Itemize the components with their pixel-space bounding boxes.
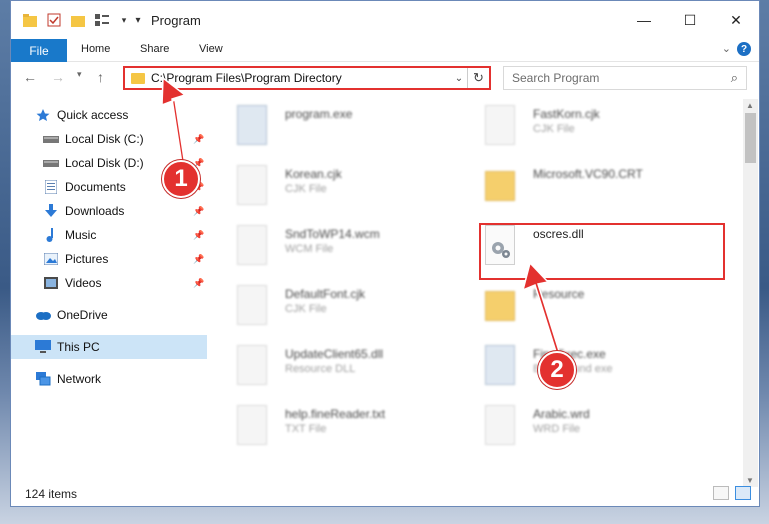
folder-icon	[485, 171, 515, 201]
address-bar[interactable]: C:\Program Files\Program Directory ⌄ ↻	[123, 66, 491, 90]
sidebar-item-this-pc[interactable]: This PC	[11, 335, 207, 359]
vertical-scrollbar[interactable]: ▲ ▼	[743, 99, 758, 487]
large-icons-view-icon[interactable]	[735, 486, 751, 500]
download-icon	[43, 204, 59, 218]
file-icon	[485, 405, 515, 445]
sidebar-item-videos[interactable]: Videos 📌	[11, 271, 207, 295]
file-icon	[237, 165, 267, 205]
refresh-icon[interactable]: ↻	[467, 68, 489, 88]
callout-badge-1: 1	[162, 160, 200, 198]
list-item[interactable]: UpdateClient65.dll Resource DLL	[217, 339, 457, 395]
tab-share[interactable]: Share	[140, 43, 169, 55]
dll-file-icon	[237, 345, 267, 385]
pictures-icon	[43, 252, 59, 266]
list-item[interactable]: help.fineReader.txt TXT File	[217, 399, 457, 455]
search-input[interactable]	[512, 71, 712, 85]
folder-icon	[485, 291, 515, 321]
close-button[interactable]: ✕	[713, 1, 759, 39]
file-icon	[237, 405, 267, 445]
sidebar-item-downloads[interactable]: Downloads 📌	[11, 199, 207, 223]
sidebar-item-network[interactable]: Network	[11, 367, 207, 391]
recent-locations-icon[interactable]: ▾	[77, 69, 82, 80]
details-view-icon[interactable]	[713, 486, 729, 500]
explorer-window: ▾ ▾ Program — ☐ ✕ File Home Share View ⌄…	[10, 0, 760, 507]
file-tab[interactable]: File	[11, 39, 67, 62]
sidebar-item-quick-access[interactable]: Quick access	[11, 103, 207, 127]
address-path: C:\Program Files\Program Directory	[151, 71, 342, 85]
tab-home[interactable]: Home	[81, 43, 110, 55]
highlight-box	[479, 223, 725, 280]
file-icon	[485, 105, 515, 145]
folder-icon	[131, 72, 145, 84]
folder-icon	[21, 11, 39, 29]
list-item[interactable]: Microsoft.VC90.CRT	[465, 159, 705, 215]
drive-icon	[43, 156, 59, 170]
ribbon: File Home Share View ⌄ ?	[11, 39, 759, 62]
up-icon[interactable]: ↑	[97, 69, 104, 85]
pin-icon[interactable]: 📌	[193, 206, 204, 217]
pin-icon[interactable]: 📌	[193, 230, 204, 241]
help-icon[interactable]: ?	[737, 42, 751, 56]
pin-icon[interactable]: 📌	[193, 134, 204, 145]
window-title: Program	[151, 13, 201, 28]
file-icon	[237, 285, 267, 325]
dropdown-arrow-icon[interactable]: ▾	[129, 11, 147, 29]
list-item[interactable]: DefaultFont.cjk CJK File	[217, 279, 457, 335]
list-item[interactable]: Resource	[465, 279, 705, 335]
list-item[interactable]: Korean.cjk CJK File	[217, 159, 457, 215]
status-bar: 124 items	[11, 482, 759, 506]
maximize-button[interactable]: ☐	[667, 1, 713, 39]
navigation-bar: ← → ▾ ↑ C:\Program Files\Program Directo…	[11, 63, 759, 95]
drive-icon	[43, 132, 59, 146]
list-item[interactable]: FineExec.exe Background exe	[465, 339, 705, 395]
navigation-pane: Quick access Local Disk (C:) 📌 Local Dis…	[11, 99, 207, 479]
star-icon	[35, 108, 51, 122]
network-icon	[35, 372, 51, 386]
sidebar-item-onedrive[interactable]: OneDrive	[11, 303, 207, 327]
music-icon	[43, 228, 59, 242]
videos-icon	[43, 276, 59, 290]
customize-toolbar-icon[interactable]	[93, 11, 111, 29]
documents-icon	[43, 180, 59, 194]
forward-icon[interactable]: →	[51, 69, 65, 85]
search-box[interactable]: ⌕	[503, 66, 747, 90]
new-folder-icon[interactable]	[69, 11, 87, 29]
file-icon	[237, 225, 267, 265]
ribbon-expand-icon[interactable]: ⌄	[722, 42, 731, 55]
cloud-icon	[35, 308, 51, 322]
pin-icon[interactable]: 📌	[193, 254, 204, 265]
minimize-button[interactable]: —	[621, 1, 667, 39]
sidebar-item-local-disk-c[interactable]: Local Disk (C:) 📌	[11, 127, 207, 151]
exe-file-icon	[485, 345, 515, 385]
list-item[interactable]: FastKorn.cjk CJK File	[465, 99, 705, 155]
scroll-up-icon[interactable]: ▲	[746, 101, 754, 110]
search-icon[interactable]: ⌕	[731, 70, 738, 86]
chevron-down-icon[interactable]: ⌄	[451, 73, 467, 84]
tab-view[interactable]: View	[199, 43, 223, 55]
back-icon[interactable]: ←	[23, 69, 37, 85]
list-item[interactable]: SndToWP14.wcm WCM File	[217, 219, 457, 275]
computer-icon	[35, 340, 51, 354]
properties-icon[interactable]	[45, 11, 63, 29]
title-bar: ▾ ▾ Program — ☐ ✕	[11, 1, 759, 39]
pin-icon[interactable]: 📌	[193, 278, 204, 289]
list-item[interactable]: program.exe	[217, 99, 457, 155]
file-list: program.exe Korean.cjk CJK File SndToWP1…	[217, 99, 741, 477]
list-item[interactable]: Arabic.wrd WRD File	[465, 399, 705, 455]
sidebar-item-pictures[interactable]: Pictures 📌	[11, 247, 207, 271]
item-count: 124 items	[25, 487, 78, 501]
callout-badge-2: 2	[538, 351, 576, 389]
exe-file-icon	[237, 105, 267, 145]
scrollbar-thumb[interactable]	[745, 113, 756, 163]
sidebar-item-music[interactable]: Music 📌	[11, 223, 207, 247]
